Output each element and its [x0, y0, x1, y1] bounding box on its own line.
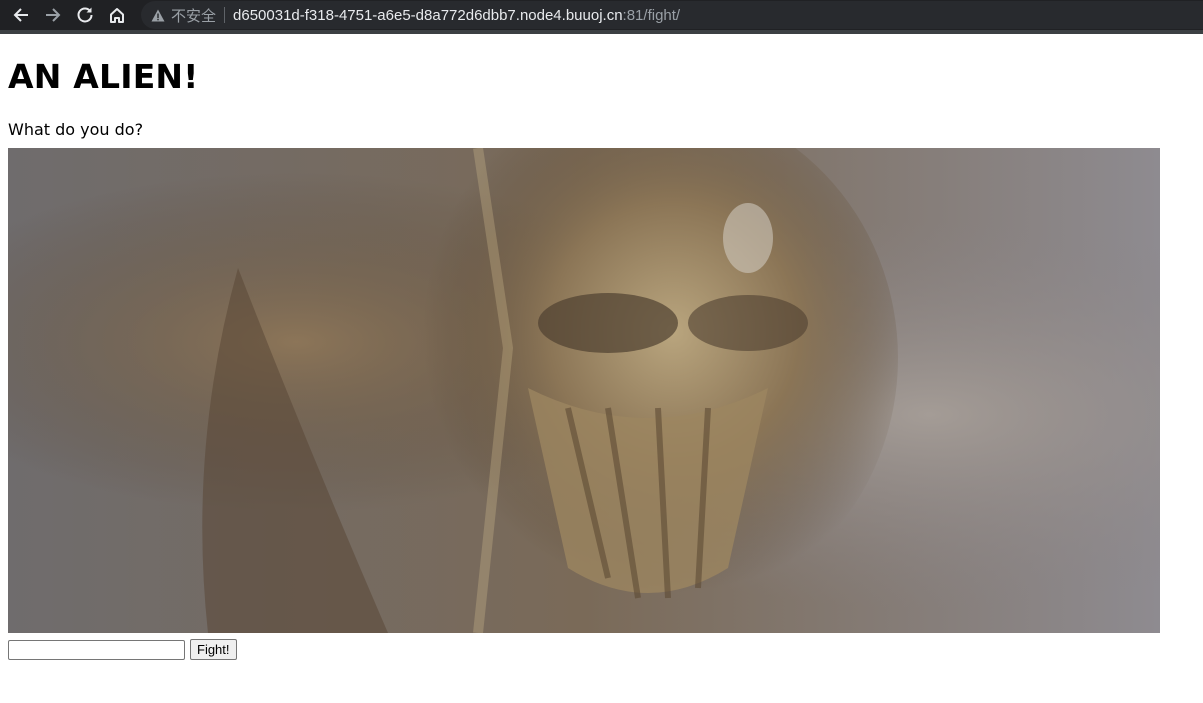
prompt-text: What do you do?	[8, 120, 144, 139]
browser-toolbar: 不安全 d650031d-f318-4751-a6e5-d8a772d6dbb7…	[0, 0, 1203, 34]
fight-form: Fight!	[8, 639, 1195, 660]
fight-button[interactable]: Fight!	[190, 639, 237, 660]
alien-image	[8, 148, 1160, 633]
page-title: AN ALIEN!	[8, 57, 199, 96]
home-icon	[110, 8, 124, 23]
home-button[interactable]	[101, 0, 133, 30]
security-status[interactable]: 不安全	[171, 5, 216, 26]
warning-icon	[151, 9, 165, 21]
url-host: d650031d-f318-4751-a6e5-d8a772d6dbb7.nod…	[233, 6, 623, 24]
back-button[interactable]	[5, 0, 37, 30]
divider	[224, 7, 226, 23]
forward-button[interactable]	[37, 0, 69, 30]
url-path: :81/fight/	[622, 6, 681, 24]
address-bar[interactable]: 不安全 d650031d-f318-4751-a6e5-d8a772d6dbb7…	[141, 1, 1203, 29]
reload-button[interactable]	[69, 0, 101, 30]
reload-icon	[77, 7, 93, 23]
page-content: AN ALIEN! What do you do? Fight!	[0, 57, 1203, 660]
forward-icon	[46, 8, 61, 22]
back-icon	[13, 8, 28, 22]
action-input[interactable]	[8, 639, 185, 660]
